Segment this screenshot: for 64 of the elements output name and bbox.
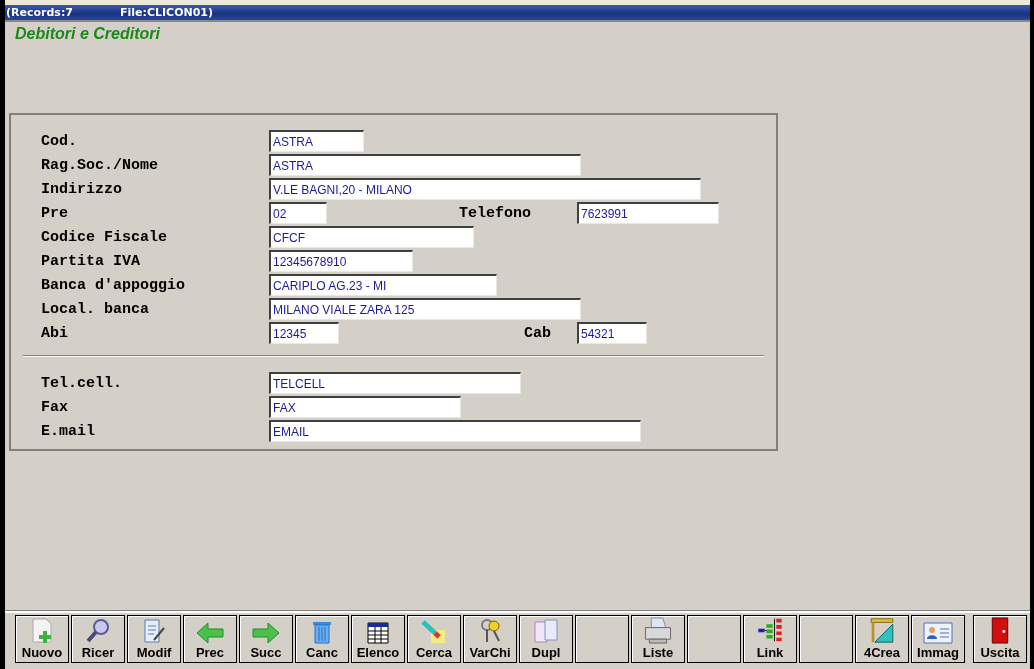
form-title: Debitori e Creditori [15,25,160,43]
text-field[interactable]: TELCELL [269,372,521,394]
blank-toolbar-button[interactable] [687,615,741,663]
field-label: Indirizzo [40,180,123,198]
drafting-tools-icon [868,617,896,644]
text-field[interactable]: 12345 [269,322,339,344]
toolbar-button[interactable]: Uscita [973,615,1027,663]
blank-toolbar-button[interactable] [799,615,853,663]
text-field[interactable]: ASTRA [269,154,581,176]
field-label: Telefono [459,204,532,222]
field-label: Abi [40,324,69,342]
text-field[interactable]: 7623991 [577,202,719,224]
toolbar-button[interactable]: Nuovo [15,615,69,663]
blank-toolbar-button[interactable] [575,615,629,663]
toolbar-button[interactable]: Cerca [407,615,461,663]
field-label: Codice Fiscale [40,228,169,246]
file-name: File:CLICON01) [120,6,214,19]
text-field[interactable]: CFCF [269,226,474,248]
field-label: Cab [524,324,552,342]
trash-icon [311,620,333,644]
magnifier-icon [85,618,111,644]
text-field[interactable]: V.LE BAGNI,20 - MILANO [269,178,701,200]
text-field[interactable]: ASTRA [269,130,364,152]
field-label: Tel.cell. [40,374,123,392]
toolbar-button[interactable]: Prec [183,615,237,663]
text-field[interactable]: 12345678910 [269,250,413,272]
id-card-icon [923,622,953,644]
field-label: Local. banca [40,300,151,318]
field-label: Partita IVA [40,252,142,270]
field-label: Pre [40,204,69,222]
text-field[interactable]: EMAIL [269,420,641,442]
toolbar-button[interactable]: Modif [127,615,181,663]
toolbar-button[interactable]: Liste [631,615,685,663]
left-arrow-icon [196,622,224,644]
field-label: Cod. [40,132,78,150]
records-count: (Records:7 [6,6,74,19]
toolbar-button[interactable]: Canc [295,615,349,663]
field-label: Banca d'appoggio [40,276,187,294]
edit-document-icon [142,618,166,644]
text-field[interactable]: MILANO VIALE ZARA 125 [269,298,581,320]
toolbar-button[interactable]: Elenco [351,615,405,663]
toolbar-button[interactable]: Ricer [71,615,125,663]
new-document-icon [30,618,54,644]
table-icon [367,622,389,644]
field-label: Fax [40,398,69,416]
toolbar-button[interactable]: Dupl [519,615,573,663]
field-label: E.mail [40,422,96,440]
toolbar-button[interactable]: 4Crea [855,615,909,663]
text-field[interactable]: 54321 [577,322,647,344]
marker-icon [421,620,447,644]
right-arrow-icon [252,622,280,644]
pages-icon [533,618,559,644]
toolbar-button[interactable]: Succ [239,615,293,663]
door-icon [989,617,1011,644]
toolbar-button[interactable]: VarChi [463,615,517,663]
text-field[interactable]: FAX [269,396,461,418]
keys-icon [478,618,502,644]
printer-icon [643,617,673,644]
text-field[interactable]: CARIPLO AG.23 - MI [269,274,497,296]
text-field[interactable]: 02 [269,202,327,224]
toolbar-button[interactable]: Immag [911,615,965,663]
network-diagram-icon [755,617,785,644]
field-label: Rag.Soc./Nome [40,156,160,174]
toolbar-button[interactable]: Link [743,615,797,663]
